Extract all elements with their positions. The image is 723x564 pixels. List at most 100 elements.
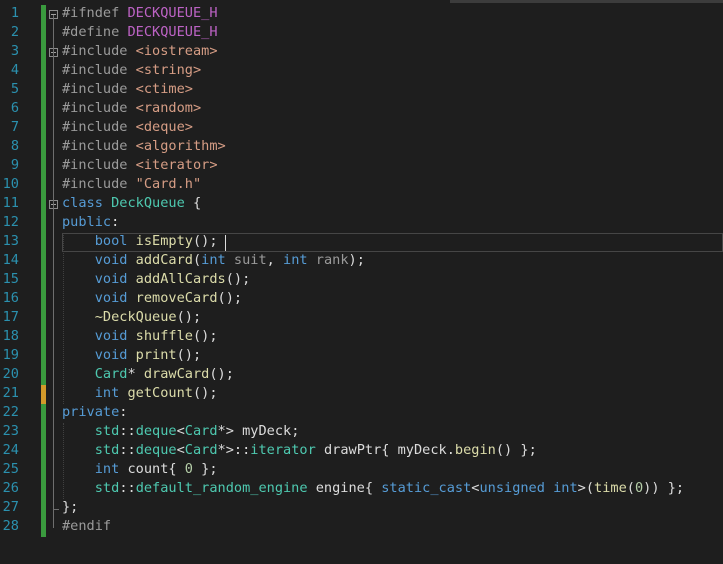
code-token: public xyxy=(62,214,112,230)
code-token: #include xyxy=(62,138,136,154)
code-token: #include xyxy=(62,100,136,116)
code-line[interactable]: ~DeckQueue(); xyxy=(62,308,201,327)
code-line[interactable]: #define DECKQUEUE_H xyxy=(62,23,218,42)
code-line[interactable]: #ifndef DECKQUEUE_H xyxy=(62,4,218,23)
code-line[interactable]: std::deque<Card*> myDeck; xyxy=(62,422,300,441)
code-token: * xyxy=(127,366,144,382)
code-line[interactable]: #include <iostream> xyxy=(62,42,218,61)
code-token: DeckQueue xyxy=(111,195,185,211)
code-line[interactable]: void addAllCards(); xyxy=(62,270,251,289)
code-token: ); xyxy=(348,252,365,268)
code-line[interactable]: #include <deque> xyxy=(62,118,193,137)
code-token: rank xyxy=(315,252,349,268)
code-line[interactable]: int count{ 0 }; xyxy=(62,460,218,479)
code-line[interactable]: std::deque<Card*>::iterator drawPtr{ myD… xyxy=(62,441,537,460)
line-number: 28 xyxy=(2,518,19,534)
code-line[interactable]: #include <ctime> xyxy=(62,80,193,99)
code-token: int xyxy=(201,252,234,268)
code-editor[interactable]: 1 2 3 4 5 6 7 8 9 10 11 12 13 14 15 16 17 18 19 20 21 22 23 24 2… xyxy=(0,0,723,564)
line-number: 16 xyxy=(2,290,19,306)
code-token: unsigned int xyxy=(479,480,578,496)
code-token: static_cast xyxy=(381,480,472,496)
code-token: (); xyxy=(192,385,218,401)
code-token: <iterator> xyxy=(135,157,218,173)
code-line[interactable]: int getCount(); xyxy=(62,384,218,403)
code-line[interactable]: std::default_random_engine engine{ stati… xyxy=(62,479,684,498)
code-line[interactable]: #include "Card.h" xyxy=(62,175,201,194)
line-number: 14 xyxy=(2,252,19,268)
code-line[interactable]: void removeCard(); xyxy=(62,289,242,308)
code-line[interactable]: bool isEmpty(); xyxy=(62,232,218,251)
code-token: <deque> xyxy=(135,119,193,135)
code-token: std xyxy=(94,480,120,496)
code-token: #include xyxy=(62,81,136,97)
code-token: :: xyxy=(119,423,136,439)
code-token: Card xyxy=(94,366,128,382)
code-line[interactable]: void print(); xyxy=(62,346,201,365)
code-token: "Card.h" xyxy=(135,176,202,192)
code-line[interactable]: #endif xyxy=(62,517,111,536)
code-token: *> xyxy=(217,423,243,439)
code-token: <iostream> xyxy=(135,43,218,59)
code-line[interactable]: public: xyxy=(62,213,119,232)
code-line[interactable]: Card* drawCard(); xyxy=(62,365,234,384)
code-token: DECKQUEUE_H xyxy=(127,5,218,21)
code-token: 0 xyxy=(184,461,193,477)
code-token: #ifndef xyxy=(62,5,128,21)
code-token: :: xyxy=(119,442,136,458)
code-token: #endif xyxy=(62,518,112,534)
code-token: deque xyxy=(135,442,177,458)
line-number: 8 xyxy=(10,138,19,154)
code-line[interactable]: #include <string> xyxy=(62,61,201,80)
code-token: }; xyxy=(192,461,218,477)
line-number: 13 xyxy=(2,233,19,249)
change-tracking-bar xyxy=(41,5,46,537)
code-token: () }; xyxy=(495,442,537,458)
code-line[interactable]: void addCard(int suit, int rank); xyxy=(62,251,365,270)
code-token: void xyxy=(94,252,136,268)
code-token: addAllCards xyxy=(135,271,226,287)
line-number: 17 xyxy=(2,309,19,325)
code-token: 0 xyxy=(634,480,644,496)
code-token: { xyxy=(184,195,202,211)
code-line[interactable]: class DeckQueue { xyxy=(62,194,201,213)
code-token: Card xyxy=(184,442,218,458)
code-token: }; xyxy=(62,499,79,515)
code-token: *>:: xyxy=(217,442,251,458)
line-number: 25 xyxy=(2,461,19,477)
code-token: : xyxy=(119,404,128,420)
editor-top-border xyxy=(450,0,723,3)
code-token: iterator xyxy=(250,442,316,458)
code-line[interactable]: }; xyxy=(62,498,78,517)
line-number: 6 xyxy=(10,100,19,116)
line-number: 27 xyxy=(2,499,19,515)
code-token: <random> xyxy=(135,100,202,116)
line-number: 2 xyxy=(10,24,19,40)
line-number: 21 xyxy=(2,385,19,401)
code-line[interactable]: private: xyxy=(62,403,127,422)
code-line[interactable]: #include <iterator> xyxy=(62,156,218,175)
code-line[interactable]: #include <random> xyxy=(62,99,201,118)
code-token: std xyxy=(94,442,120,458)
line-number: 24 xyxy=(2,442,19,458)
code-token: < xyxy=(176,442,185,458)
code-token: <ctime> xyxy=(135,81,193,97)
code-token: : xyxy=(111,214,120,230)
code-line[interactable]: #include <algorithm> xyxy=(62,137,226,156)
code-token: int xyxy=(94,385,128,401)
code-token: myDeck xyxy=(242,423,292,439)
code-token: isEmpty xyxy=(135,233,193,249)
code-line[interactable]: void shuffle(); xyxy=(62,327,218,346)
code-token: ( xyxy=(192,252,202,268)
code-token: <algorithm> xyxy=(135,138,226,154)
code-token: removeCard xyxy=(135,290,218,306)
code-token: int xyxy=(283,252,316,268)
